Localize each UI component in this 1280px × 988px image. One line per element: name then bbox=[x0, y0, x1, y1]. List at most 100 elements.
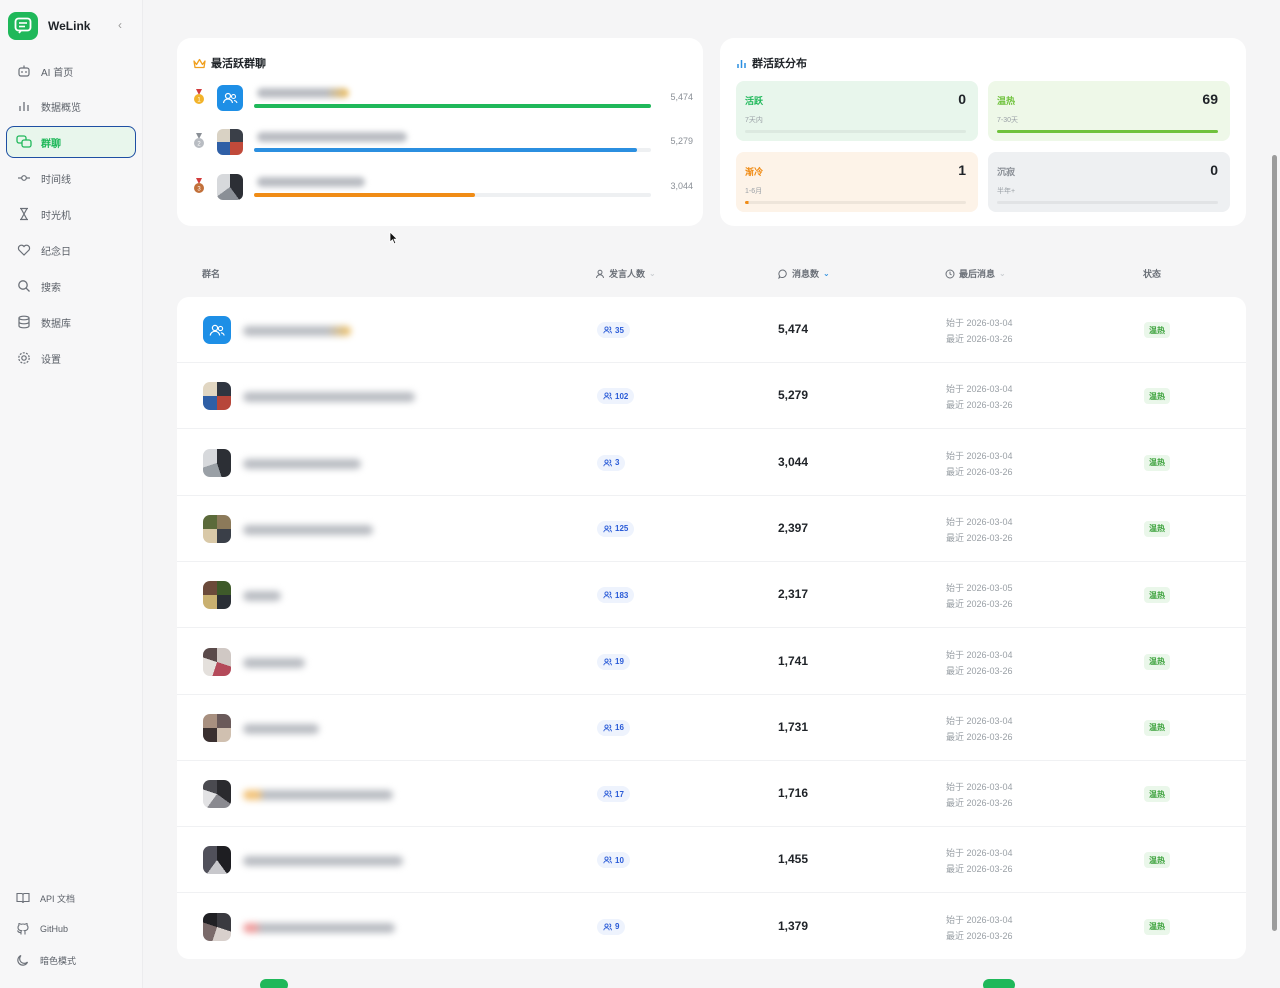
bar-chart-icon bbox=[16, 98, 32, 114]
group-avatar bbox=[203, 382, 231, 411]
speakers-chip: 183 bbox=[597, 587, 635, 604]
gear-icon bbox=[16, 350, 32, 366]
status-badge: 温热 bbox=[1144, 653, 1170, 670]
speakers-count: 19 bbox=[615, 657, 624, 666]
nav-item-api-docs[interactable]: API 文档 bbox=[6, 886, 136, 910]
nav-item-timeline[interactable]: 时间线 bbox=[6, 162, 136, 194]
status-badge: 温热 bbox=[1144, 587, 1170, 604]
nav-label: 纪念日 bbox=[41, 246, 71, 258]
nav-item-overview[interactable]: 数据概览 bbox=[6, 90, 136, 122]
column-header-last-message[interactable]: 最后消息 ⌄ bbox=[945, 267, 1006, 280]
table-row[interactable]: 35 5,474 始于 2026-03-04 最近 2026-03-26 温热 bbox=[177, 297, 1246, 363]
nav-item-groups[interactable]: 群聊 bbox=[6, 126, 136, 158]
column-header-speakers[interactable]: 发言人数 ⌄ bbox=[595, 267, 656, 280]
last-message-dates: 始于 2026-03-04 最近 2026-03-26 bbox=[946, 381, 1013, 413]
dist-warm[interactable]: 温热 7-30天 69 bbox=[988, 81, 1230, 141]
moon-icon bbox=[15, 952, 31, 968]
nav-item-anniversary[interactable]: 纪念日 bbox=[6, 234, 136, 266]
speakers-count: 3 bbox=[615, 458, 620, 468]
dist-label: 活跃 bbox=[745, 96, 764, 106]
rank-row[interactable]: 3 3,044 bbox=[193, 171, 693, 201]
users-icon bbox=[603, 326, 612, 334]
scrollbar[interactable] bbox=[1272, 155, 1277, 931]
table-row[interactable]: 102 5,279 始于 2026-03-04 最近 2026-03-26 温热 bbox=[177, 363, 1246, 430]
dist-bar bbox=[745, 130, 966, 133]
rank-bar-track bbox=[254, 193, 651, 197]
speakers-chip: 102 bbox=[597, 388, 635, 405]
speakers-count: 9 bbox=[615, 922, 620, 932]
message-count: 1,731 bbox=[778, 719, 809, 734]
sort-icon: ⌄ bbox=[649, 269, 656, 278]
app-name: WeLink bbox=[48, 19, 91, 33]
dist-sub: 1-6月 bbox=[745, 188, 763, 195]
nav-item-time-machine[interactable]: 时光机 bbox=[6, 198, 136, 230]
column-header-messages[interactable]: 消息数 ⌄ bbox=[778, 267, 830, 280]
table-row[interactable]: 125 2,397 始于 2026-03-04 最近 2026-03-26 温热 bbox=[177, 496, 1246, 562]
timeline-icon bbox=[16, 170, 32, 186]
blurred-group-name bbox=[243, 458, 361, 469]
speakers-chip: 16 bbox=[597, 719, 630, 736]
rank-row[interactable]: 1 5,474 bbox=[193, 82, 693, 112]
table-row[interactable]: 10 1,455 始于 2026-03-04 最近 2026-03-26 温热 bbox=[177, 827, 1246, 894]
speakers-count: 35 bbox=[615, 325, 624, 335]
robot-icon bbox=[16, 63, 32, 79]
search-icon bbox=[16, 278, 32, 294]
table-row[interactable]: 17 1,716 始于 2026-03-04 最近 2026-03-26 温热 bbox=[177, 761, 1246, 828]
last-message-dates: 始于 2026-03-04 最近 2026-03-26 bbox=[946, 779, 1013, 811]
table-row[interactable]: 9 1,379 始于 2026-03-04 最近 2026-03-26 温热 bbox=[177, 894, 1246, 960]
nav-item-github[interactable]: GitHub bbox=[6, 917, 136, 941]
chat-logo-icon bbox=[14, 17, 32, 34]
blurred-group-name bbox=[243, 524, 373, 535]
table-row[interactable]: 16 1,731 始于 2026-03-04 最近 2026-03-26 温热 bbox=[177, 695, 1246, 761]
last-message-dates: 始于 2026-03-04 最近 2026-03-26 bbox=[946, 315, 1013, 347]
group-avatar bbox=[217, 129, 243, 155]
dist-active[interactable]: 活跃 7天内 0 bbox=[736, 81, 978, 141]
rank-row[interactable]: 2 5,279 bbox=[193, 126, 693, 156]
message-count: 3,044 bbox=[778, 454, 809, 469]
group-users-icon bbox=[209, 324, 225, 336]
nav-item-dark-mode[interactable]: 暗色模式 bbox=[6, 948, 136, 972]
nav-item-search[interactable]: 搜索 bbox=[6, 270, 136, 302]
nav-item-settings[interactable]: 设置 bbox=[6, 342, 136, 374]
column-header-name[interactable]: 群名 bbox=[202, 267, 220, 280]
group-avatar bbox=[203, 912, 231, 941]
page-button[interactable] bbox=[260, 979, 288, 988]
activity-distribution-card: 群活跃分布 活跃 7天内 0 温热 7-30天 69 渐冷 1-6月 1 沉寂 … bbox=[720, 38, 1246, 226]
book-icon bbox=[15, 890, 31, 906]
speakers-chip: 125 bbox=[597, 520, 635, 537]
recent-date: 最近 2026-03-26 bbox=[946, 665, 1013, 676]
dist-count: 0 bbox=[1210, 162, 1218, 178]
table-row[interactable]: 183 2,317 始于 2026-03-05 最近 2026-03-26 温热 bbox=[177, 562, 1246, 629]
table-row[interactable]: 19 1,741 始于 2026-03-04 最近 2026-03-26 温热 bbox=[177, 629, 1246, 695]
speakers-count: 17 bbox=[615, 789, 624, 799]
users-icon bbox=[603, 459, 612, 466]
group-avatar bbox=[203, 316, 231, 344]
start-date: 始于 2026-03-04 bbox=[946, 649, 1013, 660]
nav-item-database[interactable]: 数据库 bbox=[6, 306, 136, 338]
column-header-status[interactable]: 状态 bbox=[1143, 267, 1161, 280]
distribution-title: 群活跃分布 bbox=[736, 55, 807, 71]
blurred-group-name bbox=[243, 326, 351, 336]
database-icon bbox=[16, 314, 32, 330]
rank-bar-fill bbox=[254, 104, 651, 108]
message-count: 5,279 bbox=[778, 388, 809, 403]
blurred-group-name bbox=[243, 591, 281, 602]
nav-label: GitHub bbox=[40, 924, 69, 934]
dist-sub: 半年+ bbox=[997, 188, 1016, 195]
mouse-cursor-icon bbox=[389, 231, 399, 245]
nav-item-ai-home[interactable]: AI 首页 bbox=[6, 55, 136, 87]
rank-value: 3,044 bbox=[670, 181, 693, 191]
message-count: 1,716 bbox=[778, 786, 809, 801]
dist-cooling[interactable]: 渐冷 1-6月 1 bbox=[736, 152, 978, 212]
recent-date: 最近 2026-03-26 bbox=[946, 532, 1013, 543]
collapse-sidebar-icon[interactable]: ‹ bbox=[118, 18, 122, 32]
page-button[interactable] bbox=[983, 979, 1015, 988]
message-count: 5,474 bbox=[778, 322, 809, 336]
github-icon bbox=[15, 921, 31, 937]
header-label: 发言人数 bbox=[609, 269, 646, 279]
status-badge: 温热 bbox=[1144, 322, 1170, 338]
table-row[interactable]: 3 3,044 始于 2026-03-04 最近 2026-03-26 温热 bbox=[177, 430, 1246, 496]
dist-dormant[interactable]: 沉寂 半年+ 0 bbox=[988, 152, 1230, 212]
blurred-group-name bbox=[243, 856, 403, 867]
bar-chart-icon bbox=[737, 59, 746, 68]
